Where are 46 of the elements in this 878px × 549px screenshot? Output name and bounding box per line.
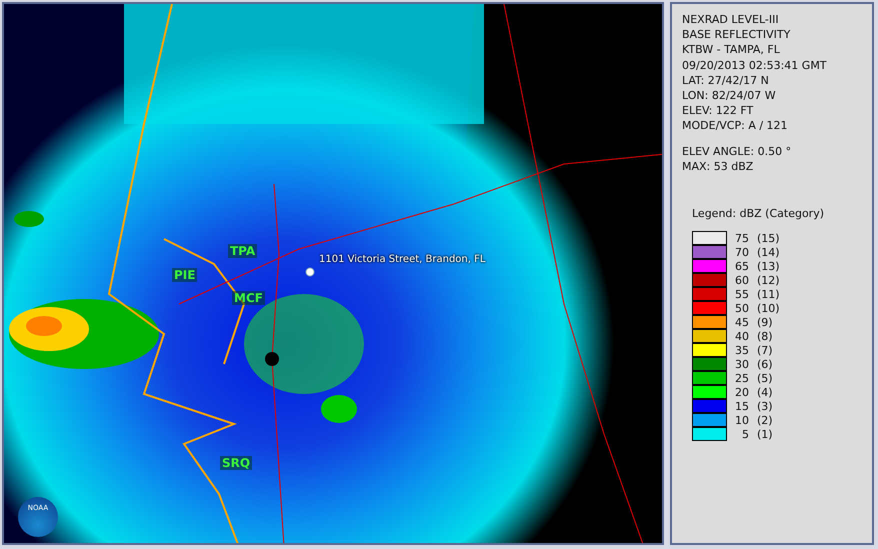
info-line: BASE REFLECTIVITY xyxy=(682,27,792,42)
legend-category: (12) xyxy=(757,272,780,288)
legend-category: (7) xyxy=(757,342,773,358)
legend-value: 15 xyxy=(734,398,749,414)
legend-category: (1) xyxy=(757,426,773,442)
legend-value: 25 xyxy=(734,370,749,386)
legend-category: (4) xyxy=(757,384,773,400)
legend-category: (10) xyxy=(757,300,780,316)
legend-title: Legend: dBZ (Category) xyxy=(692,206,825,222)
legend-category: (8) xyxy=(757,328,773,344)
legend-value: 75 xyxy=(734,230,749,246)
legend-value: 35 xyxy=(734,342,749,358)
info-line: KTBW - TAMPA, FL xyxy=(682,42,781,58)
info-line: LON: 82/24/07 W xyxy=(682,88,777,104)
legend-category: (3) xyxy=(757,398,773,414)
legend-value: 20 xyxy=(734,384,749,400)
city-label: PIE xyxy=(172,268,198,282)
legend-value: 50 xyxy=(734,300,749,316)
legend-value: 70 xyxy=(734,244,749,260)
legend-value: 30 xyxy=(734,356,749,372)
legend-category: (5) xyxy=(757,370,773,386)
legend-value: 10 xyxy=(734,412,749,428)
legend-category: (15) xyxy=(757,230,780,246)
legend-value: 45 xyxy=(734,314,749,330)
legend-category: (2) xyxy=(757,412,773,428)
city-label: MCF xyxy=(232,291,265,305)
info-line: ELEV: 122 FT xyxy=(682,103,754,118)
info-line: ELEV ANGLE: 0.50 ° xyxy=(682,144,792,159)
address-label: 1101 Victoria Street, Brandon, FL xyxy=(319,254,486,266)
info-line: LAT: 27/42/17 N xyxy=(682,72,770,88)
legend-value: 60 xyxy=(734,272,749,288)
city-label: SRQ xyxy=(220,456,252,470)
legend-category: (6) xyxy=(757,356,773,372)
legend-category: (14) xyxy=(757,244,780,260)
legend-value: 40 xyxy=(734,328,749,344)
legend-value: 55 xyxy=(734,286,749,302)
info-line: MODE/VCP: A / 121 xyxy=(682,118,789,134)
legend-category: (13) xyxy=(757,258,780,274)
info-line: 09/20/2013 02:53:41 GMT xyxy=(682,58,828,73)
legend-value: 5 xyxy=(741,426,749,442)
info-line: NEXRAD LEVEL-III xyxy=(682,12,780,28)
legend-category: (9) xyxy=(757,314,773,330)
info-line: MAX: 53 dBZ xyxy=(682,158,754,174)
city-label: TPA xyxy=(228,244,258,258)
legend-value: 65 xyxy=(734,258,749,274)
legend-category: (11) xyxy=(757,286,780,302)
